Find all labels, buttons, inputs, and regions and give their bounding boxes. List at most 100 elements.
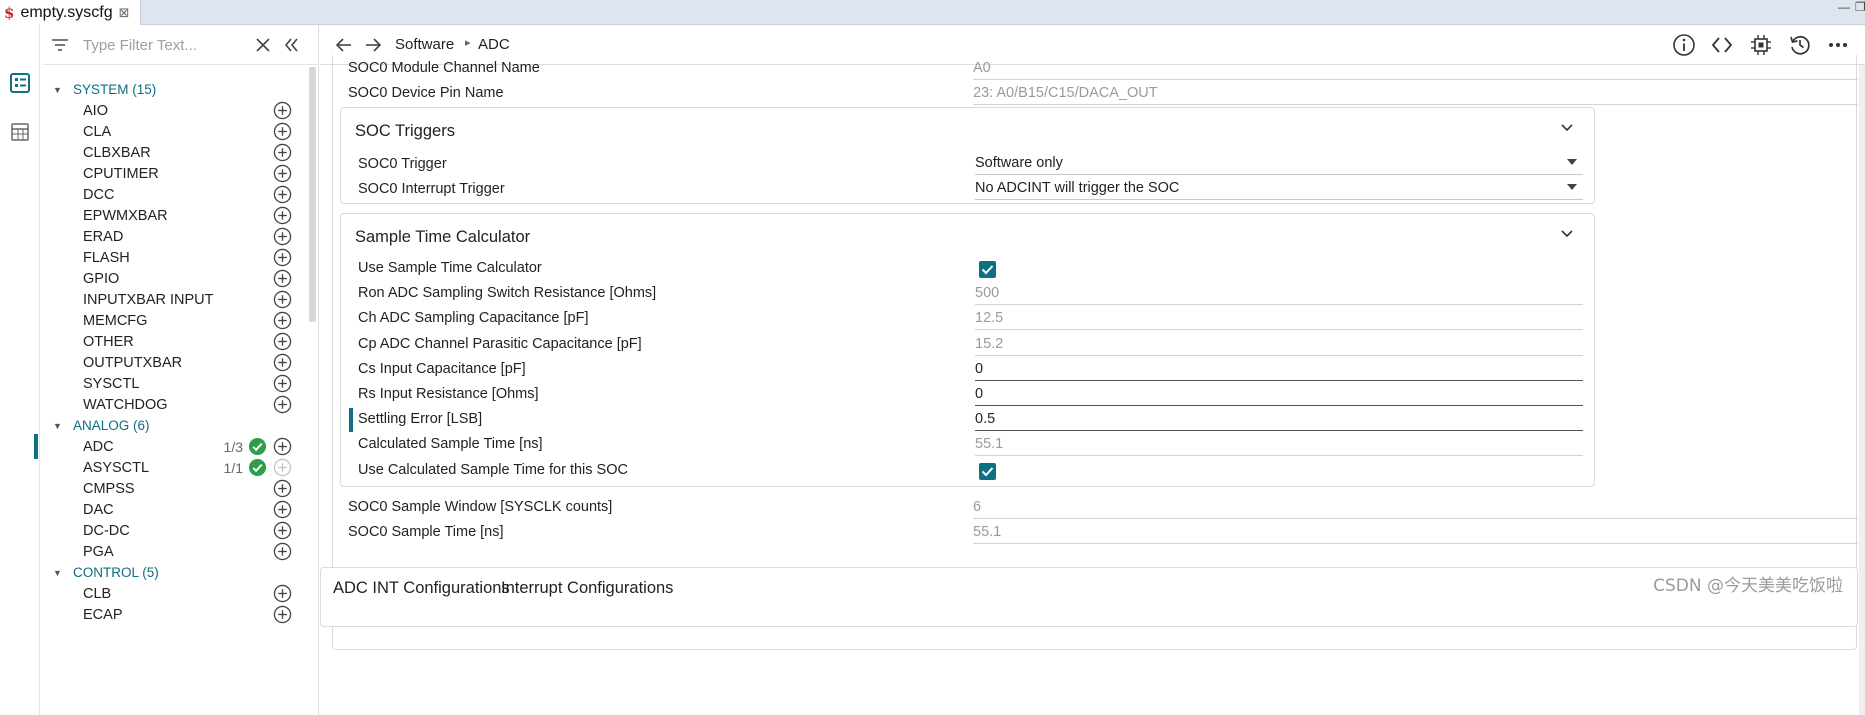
soc0-interrupt-trigger-select[interactable]: No ADCINT will trigger the SOC [975,180,1583,200]
minimize-icon[interactable]: — [1838,0,1850,14]
caret-down-icon[interactable]: ▼ [53,568,62,578]
tab-adc-int-configurations[interactable]: ADC INT Configurations [333,579,510,598]
editor-tab-bar: $ empty.syscfg ⊠ — ❐ [0,0,1865,25]
add-instance-icon[interactable] [273,206,292,225]
list-view-icon[interactable] [10,73,30,93]
field-label: Cs Input Capacitance [pF] [358,360,526,377]
selection-indicator [34,434,38,459]
restore-icon[interactable]: ❐ [1855,0,1865,14]
instance-count: 1/1 [223,459,243,476]
add-instance-icon[interactable] [273,458,292,477]
back-arrow-icon[interactable] [333,34,355,56]
tree-item-label: ASYSCTL [83,459,150,476]
field-row: SOC0 Sample Time [ns] 55.1 [333,520,1858,546]
field-label: Cp ADC Channel Parasitic Capacitance [pF… [358,335,642,352]
field-label: Ch ADC Sampling Capacitance [pF] [358,310,589,327]
filter-icon[interactable] [51,37,69,53]
field-row: SOC0 Sample Window [SYSCLK counts] 6 [333,495,1858,521]
add-instance-icon[interactable] [273,521,292,540]
soc0-config-card: SOC0 Module Channel Name A0 SOC0 Device … [332,55,1858,650]
filter-input[interactable] [83,33,283,57]
tree-item-label: ERAD [83,228,124,245]
editable-input[interactable]: 0 [975,361,1583,381]
device-pin-name-value: 23: A0/B15/C15/DACA_OUT [973,85,1858,105]
add-instance-icon[interactable] [273,248,292,267]
field-label: Ron ADC Sampling Switch Resistance [Ohms… [358,285,657,302]
table-view-icon[interactable] [10,122,30,142]
chevron-down-icon[interactable] [1559,120,1575,136]
caret-down-icon[interactable]: ▼ [53,421,62,431]
checkbox-checked[interactable] [979,261,996,278]
tree-item-label: CLBXBAR [83,144,151,161]
check-circle-icon [248,437,267,456]
tree-item-label: CLA [83,123,112,140]
add-instance-icon[interactable] [273,185,292,204]
checkbox-checked[interactable] [979,462,996,480]
checkmark-icon [981,466,994,477]
add-instance-icon[interactable] [273,374,292,393]
soc-triggers-card: SOC Triggers SOC0 Trigger Software only … [340,107,1595,204]
add-instance-icon[interactable] [273,269,292,288]
module-channel-name-value: A0 [973,60,1858,80]
code-icon[interactable] [1710,33,1734,57]
add-instance-icon[interactable] [273,122,292,141]
focus-indicator [349,408,353,433]
field-label: SOC0 Device Pin Name [348,85,504,101]
syscfg-file-icon: $ [4,3,15,22]
tree-item-label: DC-DC [83,522,130,539]
field-label: Rs Input Resistance [Ohms] [358,386,539,402]
tree-item[interactable]: ECAP [43,602,313,627]
tab-empty-syscfg[interactable]: $ empty.syscfg ⊠ [0,0,141,25]
chip-icon[interactable] [1749,33,1773,57]
more-icon[interactable] [1826,33,1850,57]
field-label: SOC0 Interrupt Trigger [358,181,505,197]
add-instance-icon[interactable] [273,164,292,183]
add-instance-icon[interactable] [273,542,292,561]
add-instance-icon[interactable] [273,143,292,162]
tree-item-label: WATCHDOG [83,396,168,413]
history-icon[interactable] [1788,33,1812,57]
sample-window-value: 6 [973,499,1858,519]
caret-down-icon[interactable]: ▼ [53,85,62,95]
tab-interrupt-configurations[interactable]: Interrupt Configurations [501,579,673,598]
content-scrollbar[interactable] [1859,65,1865,715]
add-instance-icon[interactable] [273,101,292,120]
tab-label: empty.syscfg [20,3,113,21]
collapse-panel-icon[interactable] [283,37,299,53]
editable-input[interactable]: 0.5 [975,411,1583,432]
tree-item-label: MEMCFG [83,312,148,329]
add-instance-icon[interactable] [273,227,292,246]
sample-time-value: 55.1 [973,524,1858,544]
add-instance-icon[interactable] [273,332,292,351]
add-instance-icon[interactable] [273,605,292,624]
tree-item-label: CLB [83,585,112,602]
info-icon[interactable] [1672,33,1696,57]
readonly-value: 55.1 [975,436,1583,457]
checkmark-icon [981,265,994,275]
view-switcher-rail [0,25,40,715]
add-instance-icon[interactable] [273,584,292,603]
readonly-value: 12.5 [975,310,1583,331]
sample-time-calculator-card: Sample Time Calculator Use Sample Time C… [340,213,1595,487]
forward-arrow-icon[interactable] [362,34,384,56]
close-icon[interactable]: ⊠ [119,5,130,21]
soc0-trigger-select[interactable]: Software only [975,155,1583,175]
select-value: No ADCINT will trigger the SOC [975,180,1180,196]
tree-item-label: SYSCTL [83,375,140,392]
add-instance-icon[interactable] [273,479,292,498]
breadcrumb-software[interactable]: Software [395,36,454,53]
field-label: SOC0 Sample Window [SYSCLK counts] [348,499,613,515]
field-row: SOC0 Module Channel Name A0 [333,56,1858,82]
add-instance-icon[interactable] [273,395,292,414]
editable-input[interactable]: 0 [975,386,1583,406]
add-instance-icon[interactable] [273,353,292,372]
module-tree-panel: ▼ SYSTEM (15) AIO CLA CLBXBAR CPUTIMER DCC EPWM… [34,25,319,715]
add-instance-icon[interactable] [273,290,292,309]
add-instance-icon[interactable] [273,437,292,456]
select-value: Software only [975,155,1063,171]
clear-filter-icon[interactable] [256,38,270,52]
chevron-down-icon[interactable] [1559,226,1575,242]
add-instance-icon[interactable] [273,500,292,519]
tree-item-label: CMPSS [83,480,135,497]
add-instance-icon[interactable] [273,311,292,330]
